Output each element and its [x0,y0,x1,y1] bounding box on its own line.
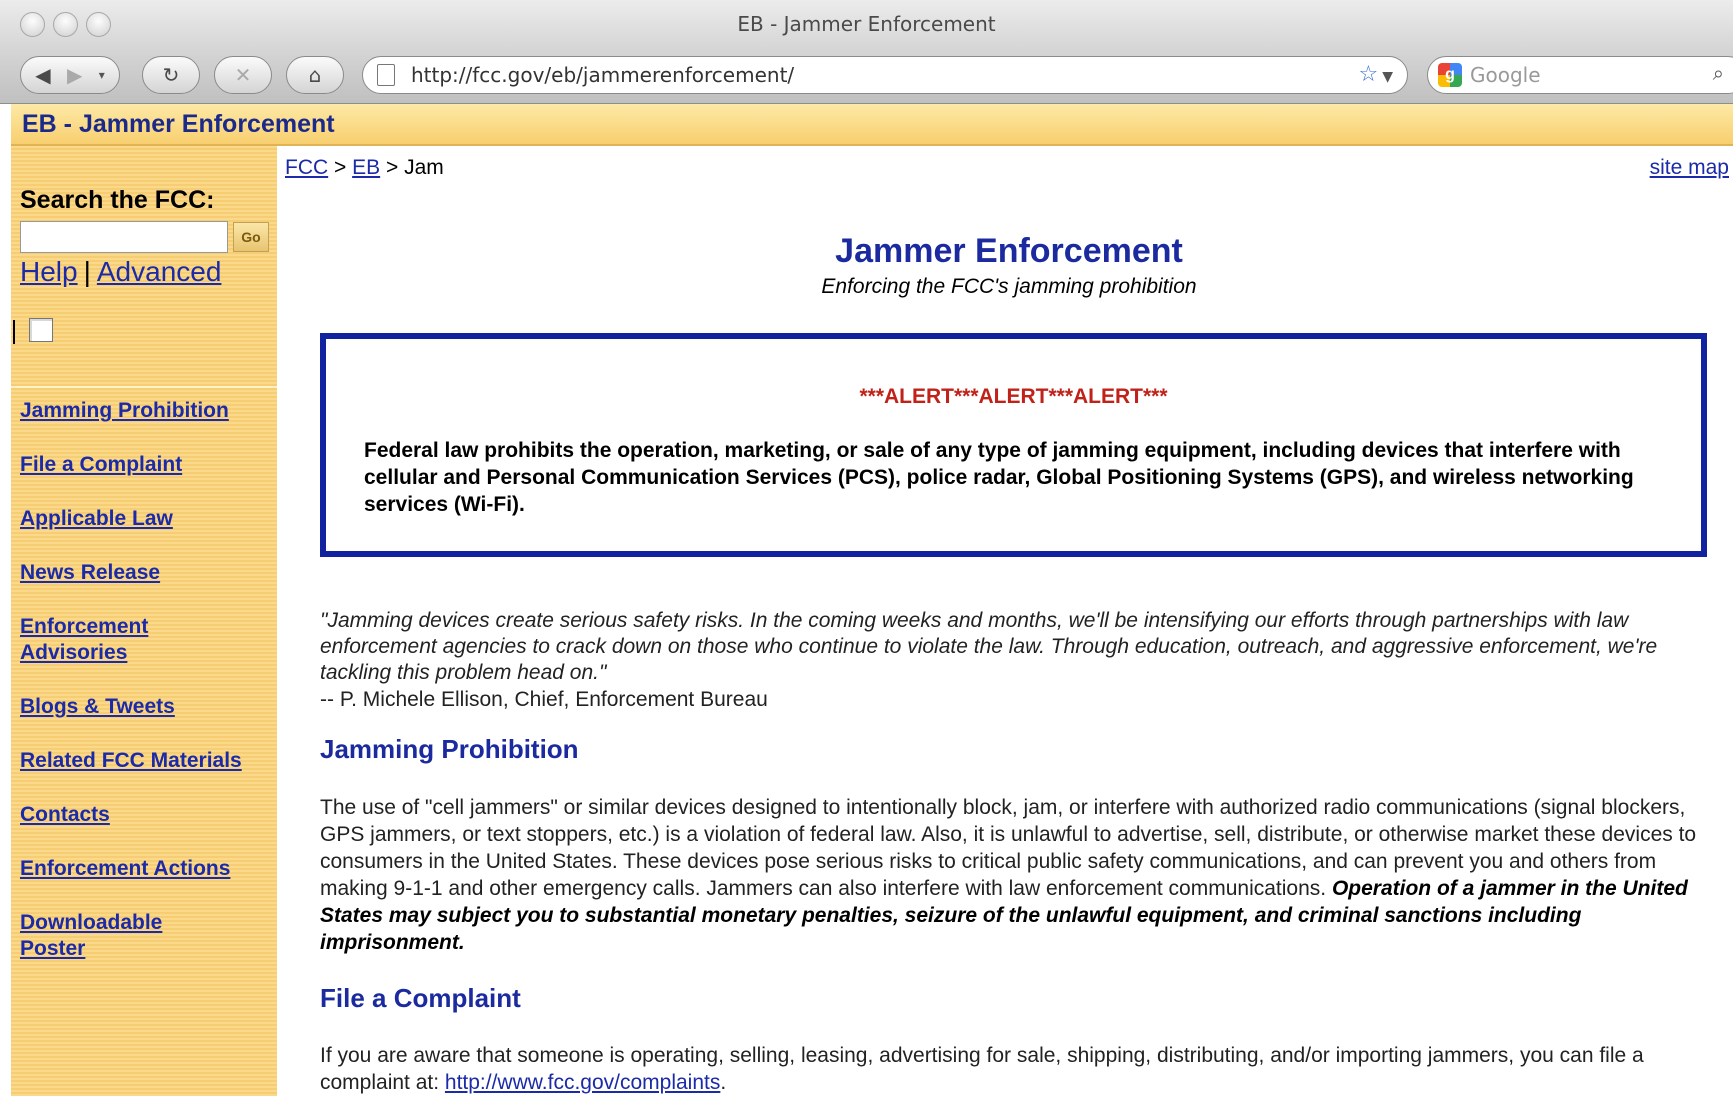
home-icon: ⌂ [308,63,322,87]
sidebar-item-blogs-tweets[interactable]: Blogs & Tweets [20,694,270,720]
chief-quote: "Jamming devices create serious safety r… [320,609,1658,684]
alert-box: ***ALERT***ALERT***ALERT*** Federal law … [320,333,1707,557]
sidebar-item-downloadable-poster[interactable]: Downloadable Poster [20,910,180,962]
reload-icon: ↻ [162,63,180,87]
google-engine-icon[interactable]: g [1438,63,1462,87]
web-search-placeholder[interactable]: Google [1470,63,1541,87]
bookmark-dropdown-icon[interactable]: ▼ [1382,69,1393,85]
search-help-links: Help | Advanced [20,256,221,288]
breadcrumb-separator: > [334,156,347,179]
stop-icon: ✕ [234,63,252,87]
breadcrumb-eb[interactable]: EB [352,156,380,179]
site-map-link[interactable]: site map [1650,156,1729,180]
go-button[interactable]: Go [233,222,269,252]
section-title-file-complaint: File a Complaint [320,983,521,1013]
breadcrumb-separator: > [385,156,399,179]
forward-arrow-icon[interactable]: ▶ [67,63,82,87]
breadcrumb-fcc[interactable]: FCC [285,156,328,179]
page-header-title: EB - Jammer Enforcement [22,110,335,138]
quote-attribution: -- P. Michele Ellison, Chief, Enforcemen… [320,688,768,711]
help-link[interactable]: Help [20,256,78,287]
widget-divider [13,320,15,344]
window-titlebar: EB - Jammer Enforcement [0,0,1733,48]
sidebar-item-applicable-law[interactable]: Applicable Law [20,506,270,532]
sidebar-item-contacts[interactable]: Contacts [20,802,270,828]
sidebar-item-news-release[interactable]: News Release [20,560,270,586]
help-separator: | [83,256,91,287]
home-button[interactable]: ⌂ [286,56,344,94]
sidebar-item-enforcement-actions[interactable]: Enforcement Actions [20,856,270,882]
sidebar-item-file-complaint[interactable]: File a Complaint [20,452,270,478]
address-text[interactable]: http://fcc.gov/eb/jammerenforcement/ [411,63,794,87]
web-search-box[interactable]: g Google ⌕ [1427,56,1733,94]
page-header: EB - Jammer Enforcement [11,104,1733,146]
window-title: EB - Jammer Enforcement [737,12,996,36]
alert-body: Federal law prohibits the operation, mar… [364,439,1634,516]
stop-button[interactable]: ✕ [214,56,272,94]
back-arrow-icon[interactable]: ◀ [35,63,50,87]
magnifier-icon[interactable]: ⌕ [1713,63,1724,86]
bookmark-star-icon[interactable]: ☆ ▼ [1358,62,1393,87]
browser-toolbar: ◀ ▶ ▾ ↻ ✕ ⌂ http://fcc.gov/eb/jammerenfo… [0,48,1733,104]
alert-heading: ***ALERT***ALERT***ALERT*** [859,385,1168,408]
sidebar: Search the FCC: Go Help | Advanced Jamming… [11,146,277,1096]
section-title-jamming-prohibition: Jamming Prohibition [320,734,579,764]
breadcrumb: FCC > EB > Jam [285,156,444,180]
complaint-period: . [720,1071,727,1094]
advanced-link[interactable]: Advanced [97,256,222,287]
complaints-link[interactable]: http://www.fcc.gov/complaints [445,1071,720,1094]
breadcrumb-current: Jam [404,156,444,179]
page-icon [377,64,395,86]
sidebar-divider [11,386,277,388]
section-text-jamming-prohibition: The use of "cell jammers" or similar dev… [320,794,1720,956]
page-title: Jammer Enforcement [835,232,1183,270]
sidebar-item-related-materials[interactable]: Related FCC Materials [20,748,270,774]
sidebar-item-jamming-prohibition[interactable]: Jamming Prohibition [20,398,270,424]
section-text-file-complaint: If you are aware that someone is operati… [320,1042,1720,1096]
reload-button[interactable]: ↻ [142,56,200,94]
sidebar-item-enforcement-advisories[interactable]: Enforcement Advisories [20,614,180,666]
search-label: Search the FCC: [20,186,215,214]
sidebar-nav: Jamming Prohibition File a Complaint App… [20,398,270,990]
fcc-search-input[interactable] [20,221,228,253]
page-subtitle: Enforcing the FCC's jamming prohibition [821,275,1197,298]
address-bar[interactable]: http://fcc.gov/eb/jammerenforcement/ ☆ ▼ [362,56,1408,94]
history-dropdown-icon[interactable]: ▾ [99,68,105,82]
checkbox-widget[interactable] [29,318,53,342]
back-forward-button[interactable]: ◀ ▶ ▾ [20,56,120,94]
